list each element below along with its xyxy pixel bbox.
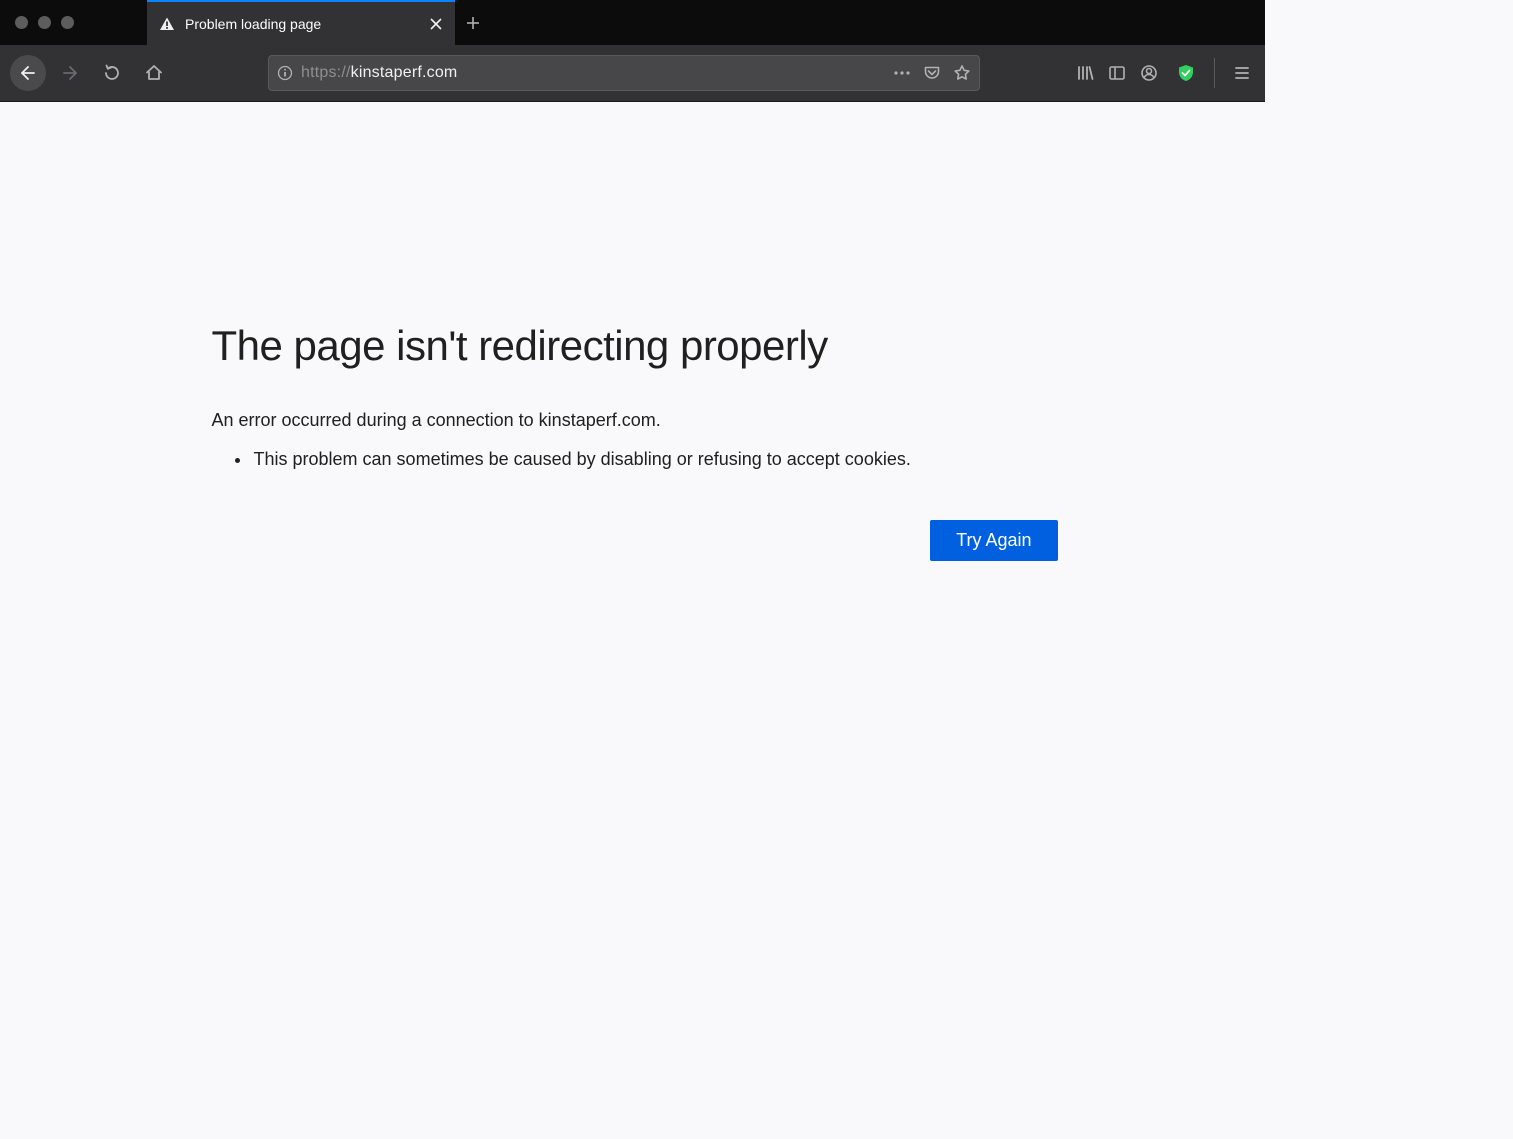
account-icon[interactable] xyxy=(1140,64,1158,82)
urlbar-actions xyxy=(893,64,971,82)
url-protocol: https:// xyxy=(301,64,351,81)
window-zoom-button[interactable] xyxy=(61,16,74,29)
url-text: https://kinstaperf.com xyxy=(301,64,885,82)
error-title: The page isn't redirecting properly xyxy=(212,322,1058,370)
navigation-toolbar: https://kinstaperf.com xyxy=(0,45,1265,102)
error-bullet-item: This problem can sometimes be caused by … xyxy=(252,449,1058,470)
tab-spacer xyxy=(89,0,147,45)
page-content: The page isn't redirecting properly An e… xyxy=(0,102,1265,953)
shield-icon[interactable] xyxy=(1176,63,1196,83)
window-minimize-button[interactable] xyxy=(38,16,51,29)
arrow-right-icon xyxy=(61,64,79,82)
browser-tab-active[interactable]: Problem loading page xyxy=(147,0,455,45)
reload-button[interactable] xyxy=(94,55,130,91)
home-button[interactable] xyxy=(136,55,172,91)
tab-title: Problem loading page xyxy=(185,16,419,32)
warning-icon xyxy=(159,16,175,32)
url-host: kinstaperf.com xyxy=(351,64,458,81)
home-icon xyxy=(145,64,163,82)
toolbar-separator xyxy=(1214,58,1215,88)
error-bullet-list: This problem can sometimes be caused by … xyxy=(212,449,1058,470)
bookmark-star-icon[interactable] xyxy=(953,64,971,82)
error-page: The page isn't redirecting properly An e… xyxy=(208,322,1058,953)
toolbar-right xyxy=(1076,58,1255,88)
back-button[interactable] xyxy=(10,55,46,91)
window-close-button[interactable] xyxy=(15,16,28,29)
try-again-button[interactable]: Try Again xyxy=(930,520,1057,561)
plus-icon xyxy=(465,15,481,31)
forward-button[interactable] xyxy=(52,55,88,91)
address-bar[interactable]: https://kinstaperf.com xyxy=(268,55,980,91)
close-tab-icon[interactable] xyxy=(429,17,443,31)
pocket-icon[interactable] xyxy=(923,64,941,82)
page-actions-icon[interactable] xyxy=(893,64,911,82)
error-button-row: Try Again xyxy=(212,520,1058,561)
hamburger-menu-icon[interactable] xyxy=(1233,64,1251,82)
arrow-left-icon xyxy=(19,64,37,82)
error-description: An error occurred during a connection to… xyxy=(212,410,1058,431)
window-controls xyxy=(15,0,89,45)
tab-bar: Problem loading page xyxy=(0,0,1265,45)
new-tab-button[interactable] xyxy=(455,0,491,45)
reload-icon xyxy=(103,64,121,82)
sidebar-icon[interactable] xyxy=(1108,64,1126,82)
library-icon[interactable] xyxy=(1076,64,1094,82)
site-info-icon[interactable] xyxy=(277,65,293,81)
